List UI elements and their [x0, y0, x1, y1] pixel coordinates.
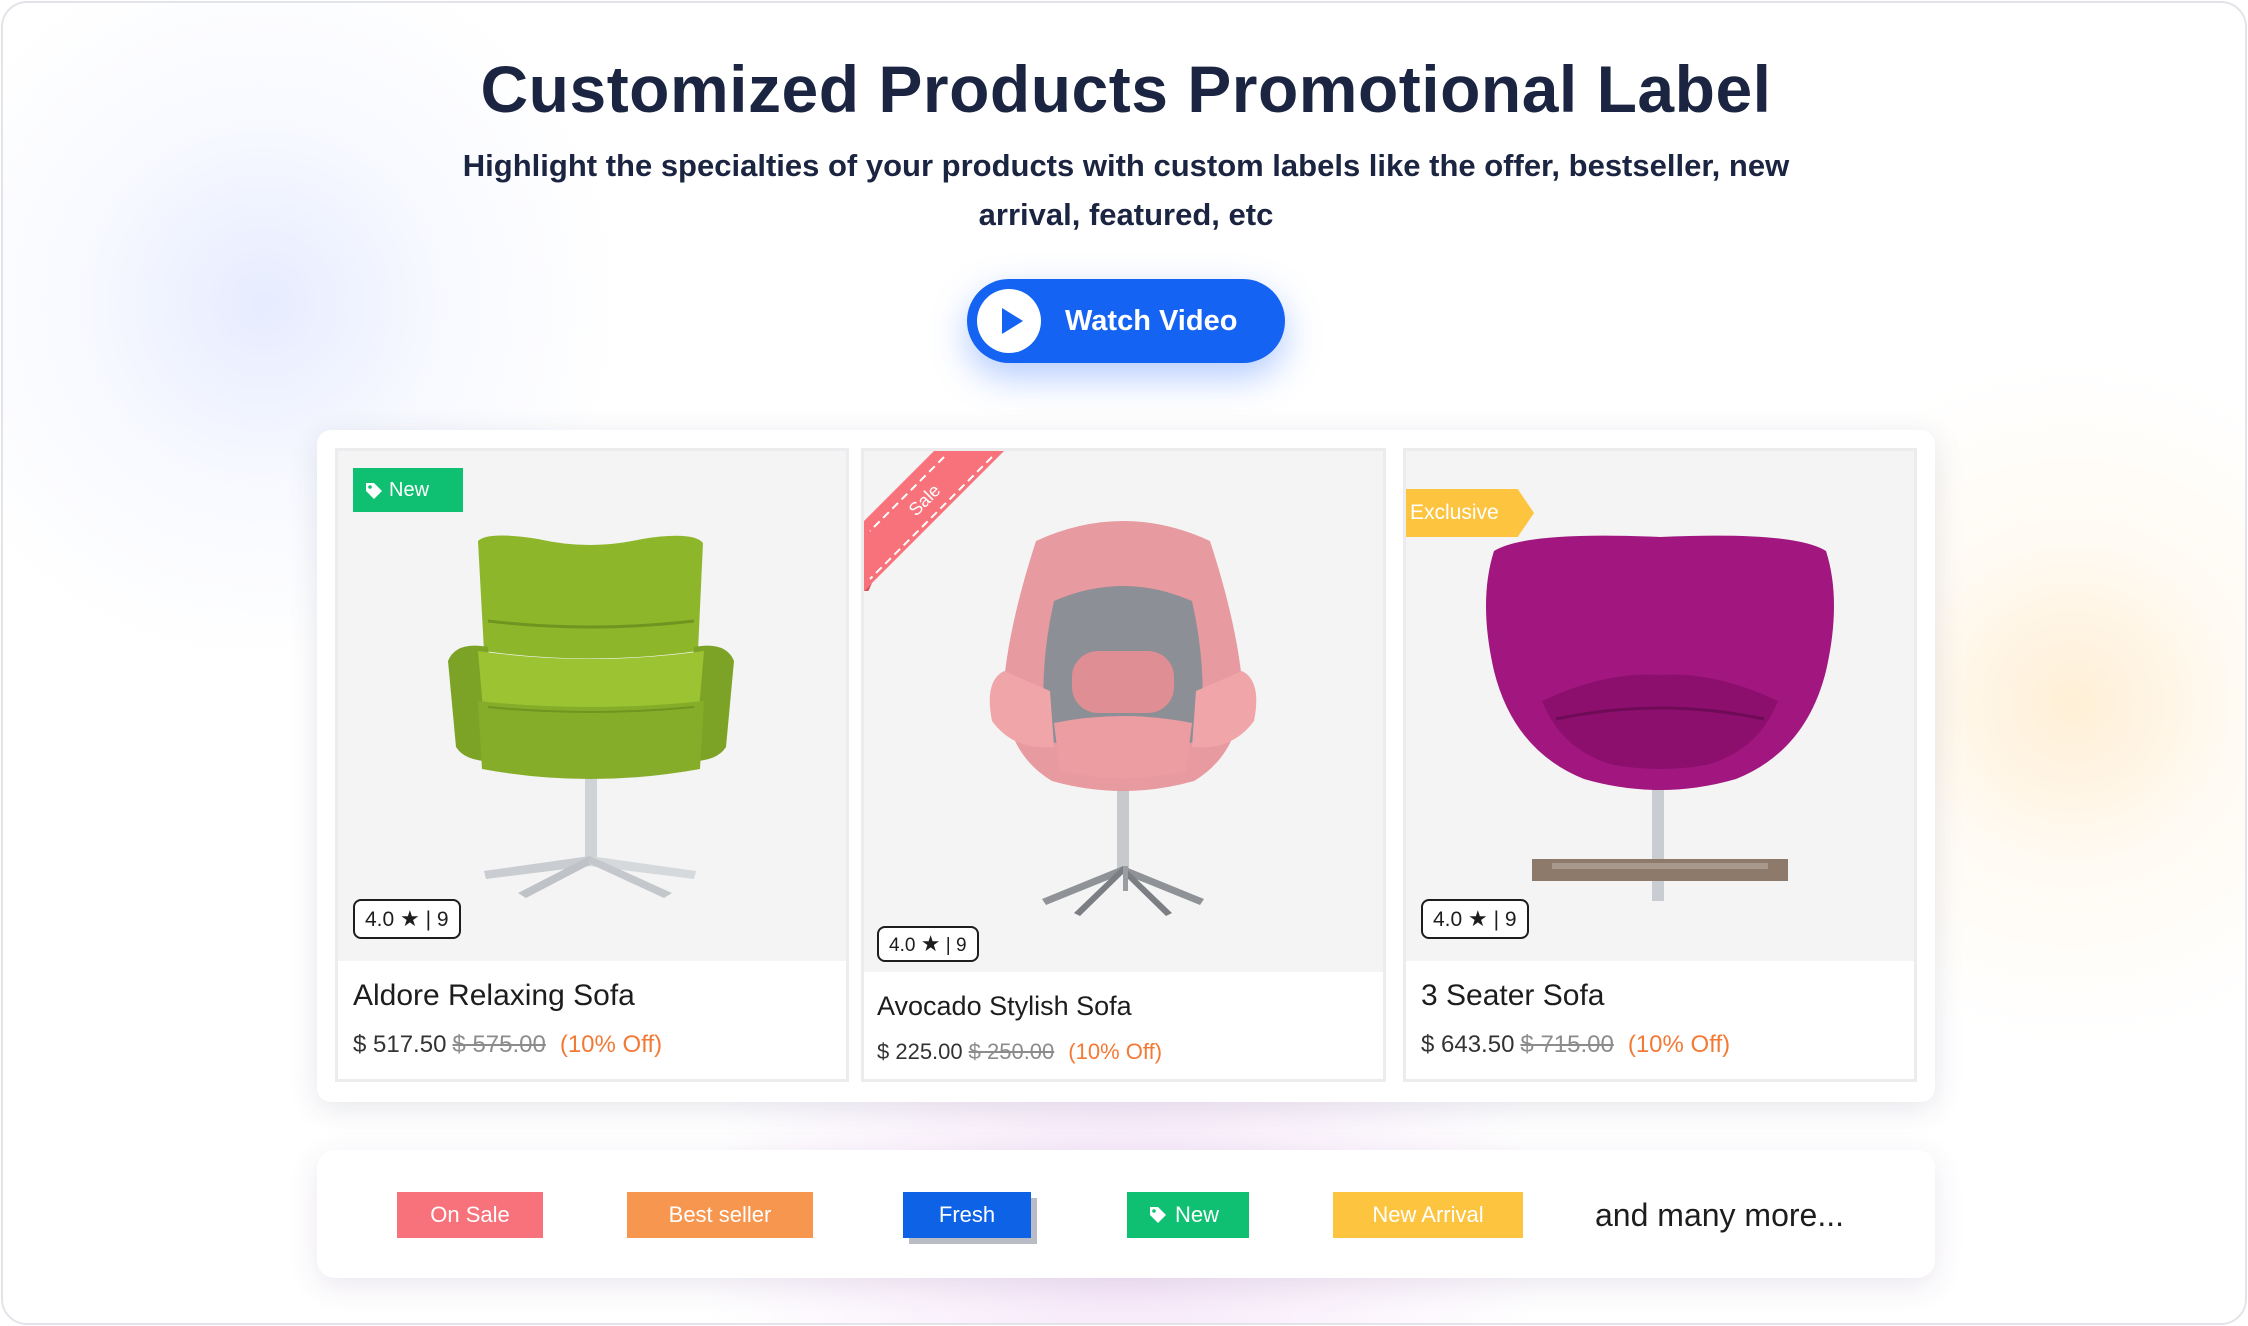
review-count: 9	[955, 935, 967, 956]
product-cards-panel: New 4.0 ★ | 9 Aldore Relaxing Sofa $ 517…	[317, 430, 1935, 1102]
label-examples-strip: On Sale Best seller Fresh New New Arriva…	[317, 1150, 1935, 1278]
exclusive-label: Exclusive	[1406, 489, 1534, 537]
review-count: 9	[436, 908, 449, 931]
rating-badge: 4.0 ★ | 9	[353, 899, 461, 939]
rating-value: 4.0	[1433, 908, 1463, 931]
old-price: $ 715.00	[1520, 1031, 1614, 1058]
discount: (10% Off)	[1627, 1031, 1731, 1058]
label-chip-on-sale: On Sale	[397, 1192, 543, 1238]
current-price: $ 643.50	[1421, 1031, 1515, 1058]
current-price: $ 517.50	[353, 1031, 447, 1058]
watch-video-button[interactable]: Watch Video	[967, 279, 1285, 363]
label-chip-new-text: New	[1175, 1202, 1220, 1227]
new-label: New	[353, 468, 463, 512]
tag-icon	[1150, 1207, 1166, 1223]
play-icon	[977, 289, 1041, 353]
promo-section: Customized Products Promotional Label Hi…	[1, 1, 2247, 1325]
product-image[interactable]: New 4.0 ★ | 9	[338, 451, 846, 961]
product-name[interactable]: 3 Seater Sofa	[1421, 979, 1604, 1013]
star-icon: ★	[400, 906, 420, 931]
product-name[interactable]: Avocado Stylish Sofa	[877, 991, 1132, 1022]
tag-icon	[366, 483, 382, 499]
star-icon: ★	[920, 931, 941, 956]
watch-video-label: Watch Video	[1065, 305, 1238, 337]
rating-value: 4.0	[365, 908, 395, 931]
star-icon: ★	[1468, 906, 1488, 931]
discount: (10% Off)	[1068, 1039, 1163, 1064]
label-chip-new: New	[1127, 1192, 1249, 1238]
product-price: $ 643.50 $ 715.00 (10% Off)	[1421, 1031, 1730, 1059]
green-armchair-image	[448, 535, 734, 898]
review-count: 9	[1504, 908, 1517, 931]
product-image[interactable]: Exclusive 4.0 ★ | 9	[1406, 451, 1914, 961]
product-card[interactable]: New 4.0 ★ | 9 Aldore Relaxing Sofa $ 517…	[335, 448, 849, 1082]
discount: (10% Off)	[559, 1031, 663, 1058]
more-labels-text: and many more...	[1595, 1197, 1844, 1233]
current-price: $ 225.00	[877, 1039, 963, 1064]
page-title: Customized Products Promotional Label	[480, 52, 1772, 126]
rating-value: 4.0	[889, 935, 916, 956]
old-price: $ 575.00	[452, 1031, 546, 1058]
rating-badge: 4.0 ★ | 9	[1421, 899, 1529, 939]
label-chip-new-arrival: New Arrival	[1333, 1192, 1523, 1238]
old-price: $ 250.00	[968, 1039, 1055, 1064]
product-price: $ 517.50 $ 575.00 (10% Off)	[353, 1031, 662, 1059]
product-name[interactable]: Aldore Relaxing Sofa	[353, 979, 635, 1013]
product-card[interactable]: Exclusive 4.0 ★ | 9 3 Seater Sofa $ 643.…	[1403, 448, 1917, 1082]
product-price: $ 225.00 $ 250.00 (10% Off)	[877, 1039, 1162, 1065]
page-subtitle: Highlight the specialties of your produc…	[462, 148, 1790, 232]
product-card[interactable]: Sale 4.0 ★ | 9 Avocado Stylish Sofa $ 22…	[861, 448, 1386, 1082]
sale-ribbon: Sale	[864, 451, 1004, 591]
rating-badge: 4.0 ★ | 9	[877, 926, 979, 962]
product-image[interactable]: Sale 4.0 ★ | 9	[864, 451, 1383, 972]
label-chip-best-seller: Best seller	[627, 1192, 813, 1238]
label-chip-fresh: Fresh	[903, 1192, 1031, 1238]
new-label-text: New	[389, 479, 430, 501]
